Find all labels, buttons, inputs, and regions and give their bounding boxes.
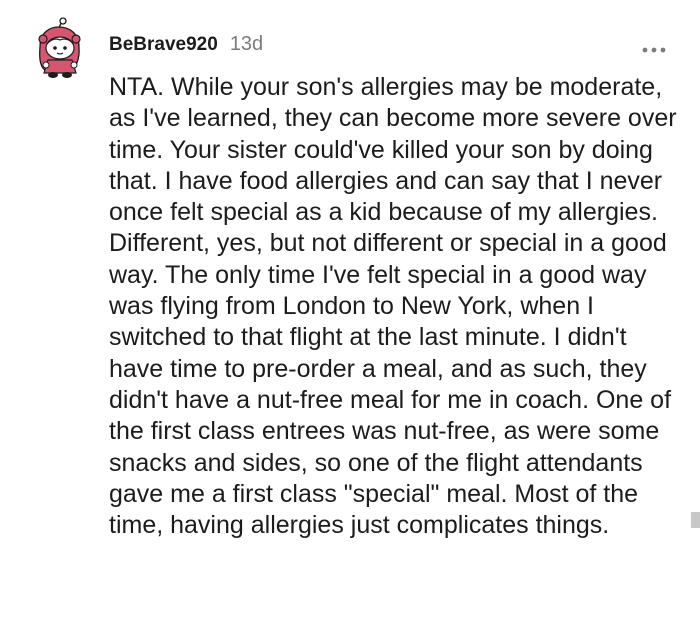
- comment: BeBrave920 13d NTA. While your son's all…: [0, 0, 700, 633]
- snoo-avatar-icon[interactable]: [34, 17, 86, 81]
- timestamp: 13d: [229, 33, 264, 55]
- comment-header: BeBrave920 13d: [109, 33, 263, 56]
- more-options-icon[interactable]: [641, 41, 667, 53]
- comment-body: NTA. While your son's allergies may be m…: [109, 73, 677, 540]
- username-link[interactable]: BeBrave920: [109, 34, 218, 56]
- scrollbar-handle[interactable]: [691, 512, 700, 528]
